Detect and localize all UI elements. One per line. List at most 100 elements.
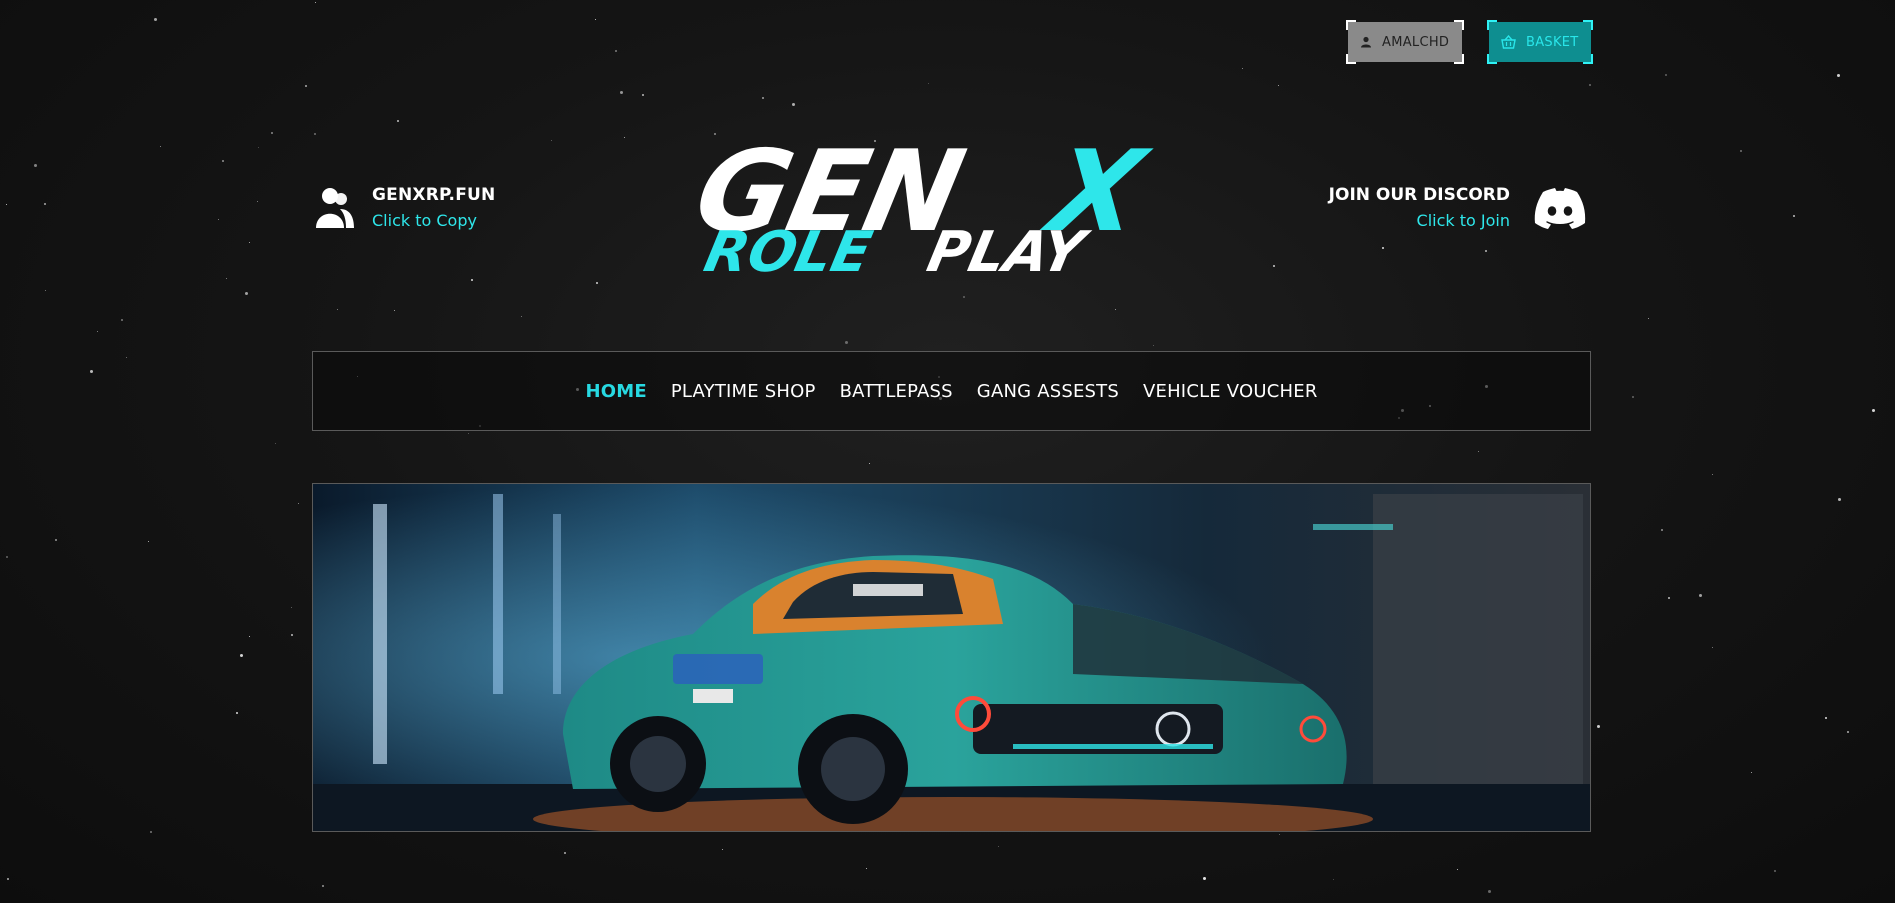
- star: [1793, 215, 1795, 217]
- star: [1279, 834, 1280, 835]
- star: [55, 539, 57, 541]
- star: [928, 83, 929, 84]
- star: [298, 503, 299, 504]
- star: [471, 279, 473, 281]
- star: [148, 541, 149, 542]
- star: [1488, 890, 1491, 893]
- star: [1699, 594, 1702, 597]
- nav-vehicle-voucher[interactable]: VEHICLE VOUCHER: [1143, 381, 1318, 402]
- star: [1751, 772, 1752, 773]
- star: [245, 292, 248, 295]
- copy-address-link[interactable]: Click to Copy: [372, 211, 495, 230]
- star: [322, 885, 324, 887]
- star: [1740, 150, 1742, 152]
- star: [257, 201, 258, 202]
- star: [236, 712, 238, 714]
- discord-icon[interactable]: [1534, 187, 1586, 229]
- star: [1774, 870, 1776, 872]
- star: [722, 849, 723, 850]
- star: [998, 846, 999, 847]
- star: [394, 310, 395, 311]
- basket-icon: [1501, 35, 1516, 49]
- star: [1333, 879, 1334, 880]
- star: [1242, 68, 1243, 69]
- star: [468, 433, 469, 434]
- logo-play: PLAY: [922, 220, 1095, 278]
- star: [45, 290, 46, 291]
- nav-battlepass[interactable]: BATTLEPASS: [840, 381, 953, 402]
- account-username: AMALCHD: [1382, 34, 1450, 50]
- star: [1485, 250, 1487, 252]
- account-button[interactable]: AMALCHD: [1346, 20, 1464, 64]
- star: [121, 319, 123, 321]
- user-icon: [1361, 36, 1371, 48]
- star: [34, 164, 37, 167]
- star: [1153, 345, 1154, 346]
- discord-title: JOIN OUR DISCORD: [1328, 185, 1510, 205]
- star: [1847, 731, 1849, 733]
- server-address-block[interactable]: GENXRP.FUN Click to Copy: [314, 185, 495, 230]
- star: [397, 120, 399, 122]
- star: [1712, 647, 1713, 648]
- star: [1665, 74, 1667, 76]
- star: [7, 878, 9, 880]
- star: [6, 556, 8, 558]
- discord-block[interactable]: JOIN OUR DISCORD Click to Join: [1329, 185, 1586, 230]
- star: [521, 316, 522, 317]
- star: [160, 146, 161, 147]
- star: [1382, 247, 1384, 249]
- star: [226, 278, 227, 279]
- users-icon: [316, 187, 354, 228]
- star: [615, 50, 617, 52]
- nav-gang-assests[interactable]: GANG ASSESTS: [977, 381, 1119, 402]
- star: [564, 852, 566, 854]
- star: [291, 634, 293, 636]
- join-discord-link[interactable]: Click to Join: [1329, 211, 1510, 230]
- car-banner-image: [313, 484, 1590, 831]
- star: [1115, 309, 1116, 310]
- star: [595, 19, 596, 20]
- star: [126, 357, 127, 358]
- hero-banner: [312, 483, 1591, 832]
- star: [291, 607, 292, 608]
- star: [1837, 74, 1840, 77]
- star: [240, 654, 243, 657]
- star: [866, 868, 867, 869]
- star: [869, 463, 870, 464]
- star: [249, 636, 250, 637]
- star: [642, 94, 644, 96]
- star: [963, 296, 965, 298]
- star: [258, 147, 259, 148]
- star: [6, 204, 7, 205]
- star: [1457, 869, 1458, 870]
- nav-playtime-shop[interactable]: PLAYTIME SHOP: [671, 381, 816, 402]
- server-address: GENXRP.FUN: [372, 185, 496, 205]
- star: [624, 137, 625, 138]
- star: [271, 132, 273, 134]
- star: [337, 309, 338, 310]
- star: [275, 443, 276, 444]
- star: [90, 370, 93, 373]
- star: [596, 282, 598, 284]
- star: [551, 140, 552, 141]
- star: [792, 103, 795, 106]
- basket-button[interactable]: BASKET: [1487, 20, 1593, 64]
- main-navigation: HOME PLAYTIME SHOP BATTLEPASS GANG ASSES…: [312, 351, 1591, 431]
- star: [762, 97, 764, 99]
- nav-home[interactable]: HOME: [585, 381, 646, 402]
- star: [97, 331, 98, 332]
- star: [1597, 725, 1600, 728]
- star: [1825, 717, 1827, 719]
- star: [620, 91, 623, 94]
- basket-label: BASKET: [1526, 34, 1579, 50]
- star: [218, 219, 219, 220]
- star: [314, 133, 316, 135]
- star: [1712, 474, 1713, 475]
- star: [150, 831, 152, 833]
- star: [1838, 498, 1841, 501]
- star: [222, 160, 224, 162]
- star: [305, 85, 307, 87]
- star: [249, 242, 250, 243]
- logo-role: ROLE: [700, 220, 877, 278]
- star: [1589, 84, 1591, 86]
